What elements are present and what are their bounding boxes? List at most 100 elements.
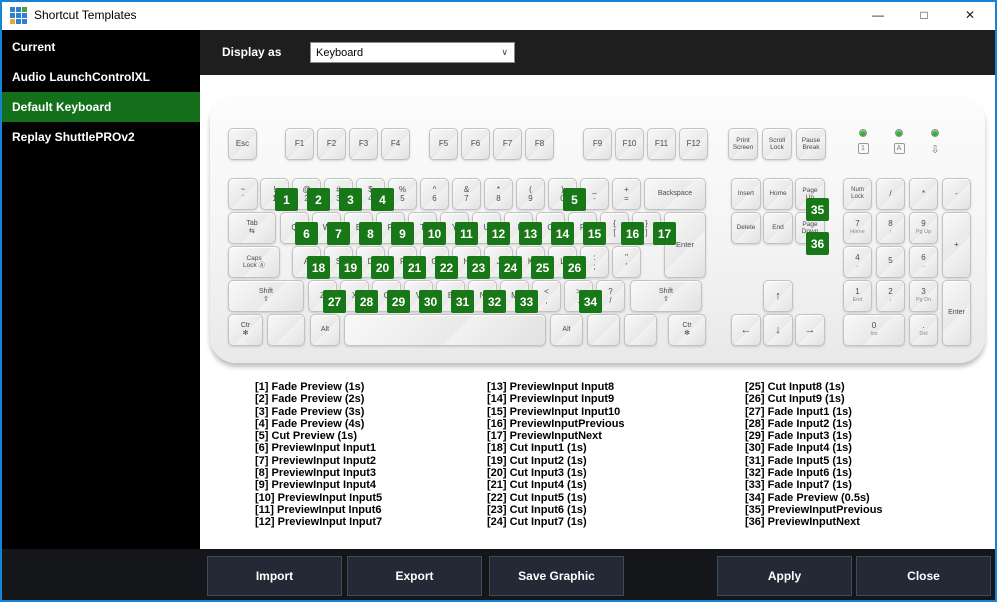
keyboard-key-f8: F8 <box>525 128 554 160</box>
sidebar-item-replay-shuttleprov2[interactable]: Replay ShuttlePROv2 <box>0 122 200 152</box>
keyboard-key: . Del <box>909 314 938 346</box>
apply-button[interactable]: Apply <box>717 556 852 596</box>
keyboard-key-f1: F1 <box>285 128 314 160</box>
shortcut-list-item: [1] Fade Preview (1s) <box>255 381 365 393</box>
app-icon-square <box>10 19 15 24</box>
keyboard-key-4: 4 ← <box>843 246 872 278</box>
app-icon-square <box>10 7 15 12</box>
led-indicator: 1 <box>853 129 873 154</box>
key-badge-9: 9 <box>391 222 414 245</box>
keyboard-key-f2: F2 <box>317 128 346 160</box>
export-button[interactable]: Export <box>347 556 482 596</box>
app-icon-square <box>16 13 21 18</box>
key-badge-32: 32 <box>483 290 506 313</box>
keyboard-key: & 7 <box>452 178 481 210</box>
sidebar-item-audio-launchcontrolxl[interactable]: Audio LaunchControlXL <box>0 62 200 92</box>
shortcut-list-item: [26] Cut Input9 (1s) <box>745 393 845 406</box>
close-button[interactable]: Close <box>856 556 991 596</box>
keyboard-key-backspace: Backspace <box>644 178 706 210</box>
led-indicator: ⇩ <box>925 129 945 156</box>
shortcut-list-item: [29] Fade Input3 (1s) <box>745 430 852 443</box>
key-badge-10: 10 <box>423 222 446 245</box>
led-dot <box>895 129 903 137</box>
key-badge-27: 27 <box>323 290 346 313</box>
import-button[interactable]: Import <box>207 556 342 596</box>
key-badge-13: 13 <box>519 222 542 245</box>
keyboard-key <box>344 314 546 346</box>
key-sub-label: Ins <box>870 331 878 338</box>
keyboard-key-6: 6 → <box>909 246 938 278</box>
shortcut-list-item: [36] PreviewInputNext <box>745 516 860 529</box>
key-sub-label: Home <box>850 229 865 236</box>
keyboard-key <box>587 314 620 346</box>
keyboard-key-insert: Insert <box>731 178 761 210</box>
shortcut-list-item: [9] PreviewInput Input4 <box>255 479 377 492</box>
save-graphic-button[interactable]: Save Graphic <box>489 556 624 596</box>
shortcut-list-item: [22] Cut Input5 (1s) <box>487 491 587 504</box>
key-badge-21: 21 <box>403 256 426 279</box>
keyboard-key-f9: F9 <box>583 128 612 160</box>
keyboard-key-enter: Enter <box>942 280 971 346</box>
shortcut-list-item: [7] PreviewInput Input2 <box>255 454 377 467</box>
key-badge-17: 17 <box>653 222 676 245</box>
keyboard-key-7: 7 Home <box>843 212 872 244</box>
key-main-label: 0 <box>871 321 877 331</box>
key-badge-25: 25 <box>531 256 554 279</box>
keyboard-key-f3: F3 <box>349 128 378 160</box>
led-dot <box>931 129 939 137</box>
key-main-label: 5 <box>888 256 893 265</box>
chevron-down-icon: ∨ <box>501 47 508 57</box>
keyboard-key: ~ ` <box>228 178 258 210</box>
app-icon-square <box>10 13 15 18</box>
keyboard-key: ↓ <box>763 314 793 346</box>
key-badge-7: 7 <box>327 222 350 245</box>
display-as-select[interactable]: Keyboard ∨ <box>310 42 515 63</box>
window-title: Shortcut Templates <box>34 8 137 22</box>
shortcut-list-item: [8] PreviewInput Input3 <box>255 467 377 480</box>
key-sub-label: Pg Up <box>915 229 932 236</box>
keyboard-key: - <box>942 178 971 210</box>
keyboard-key: ↑ <box>763 280 793 312</box>
keyboard-key-print: Print Screen <box>728 128 758 160</box>
keyboard-key-shift: Shift ⇧ <box>228 280 304 312</box>
keyboard-key: ^ 6 <box>420 178 449 210</box>
titlebar-minimize-button[interactable]: — <box>855 0 901 30</box>
shortcut-list-item: [5] Cut Preview (1s) <box>255 430 358 443</box>
keyboard-key-f10: F10 <box>615 128 644 160</box>
key-main-label: 7 <box>855 219 860 229</box>
display-as-label: Display as <box>222 45 282 59</box>
keyboard-key-0: 0 Ins <box>843 314 905 346</box>
titlebar-close-button[interactable]: ✕ <box>947 0 993 30</box>
key-badge-5: 5 <box>563 188 586 211</box>
keyboard-key: ← <box>731 314 761 346</box>
sidebar-item-default-keyboard[interactable]: Default Keyboard <box>0 92 200 122</box>
shortcut-list-item: [14] PreviewInput Input9 <box>487 393 615 406</box>
shortcut-list-item: [28] Fade Input2 (1s) <box>745 417 852 430</box>
led-icon: A <box>893 143 905 154</box>
keyboard-key-8: 8 ↑ <box>876 212 905 244</box>
shortcut-list-item: [21] Cut Input4 (1s) <box>487 479 587 492</box>
shortcut-list-item: [2] Fade Preview (2s) <box>255 393 365 406</box>
shortcut-list-item: [16] PreviewInputPrevious <box>487 417 625 430</box>
shortcut-list-column: [13] PreviewInput Input8 [14] PreviewInpu… <box>487 381 717 529</box>
titlebar-maximize-button[interactable]: □ <box>901 0 947 30</box>
keyboard-key-f11: F11 <box>647 128 676 160</box>
keyboard-key-ctr: Ctr ✻ <box>228 314 263 346</box>
key-badge-15: 15 <box>583 222 606 245</box>
keyboard-key-f7: F7 <box>493 128 522 160</box>
key-badge-35: 35 <box>806 198 829 221</box>
keyboard-key-alt: Alt <box>310 314 340 346</box>
keyboard-key-f12: F12 <box>679 128 708 160</box>
key-sub-label: End <box>852 297 863 304</box>
toolbar: Display as Keyboard ∨ <box>200 30 997 75</box>
key-badge-18: 18 <box>307 256 330 279</box>
keyboard-key-f6: F6 <box>461 128 490 160</box>
keyboard-key-9: 9 Pg Up <box>909 212 938 244</box>
keyboard-key: ( 9 <box>516 178 545 210</box>
shortcut-list-item: [4] Fade Preview (4s) <box>255 417 365 430</box>
key-badge-6: 6 <box>295 222 318 245</box>
key-badge-31: 31 <box>451 290 474 313</box>
key-badge-1: 1 <box>275 188 298 211</box>
sidebar-item-current[interactable]: Current <box>0 32 200 62</box>
shortcut-list-item: [33] Fade Input7 (1s) <box>745 479 852 492</box>
